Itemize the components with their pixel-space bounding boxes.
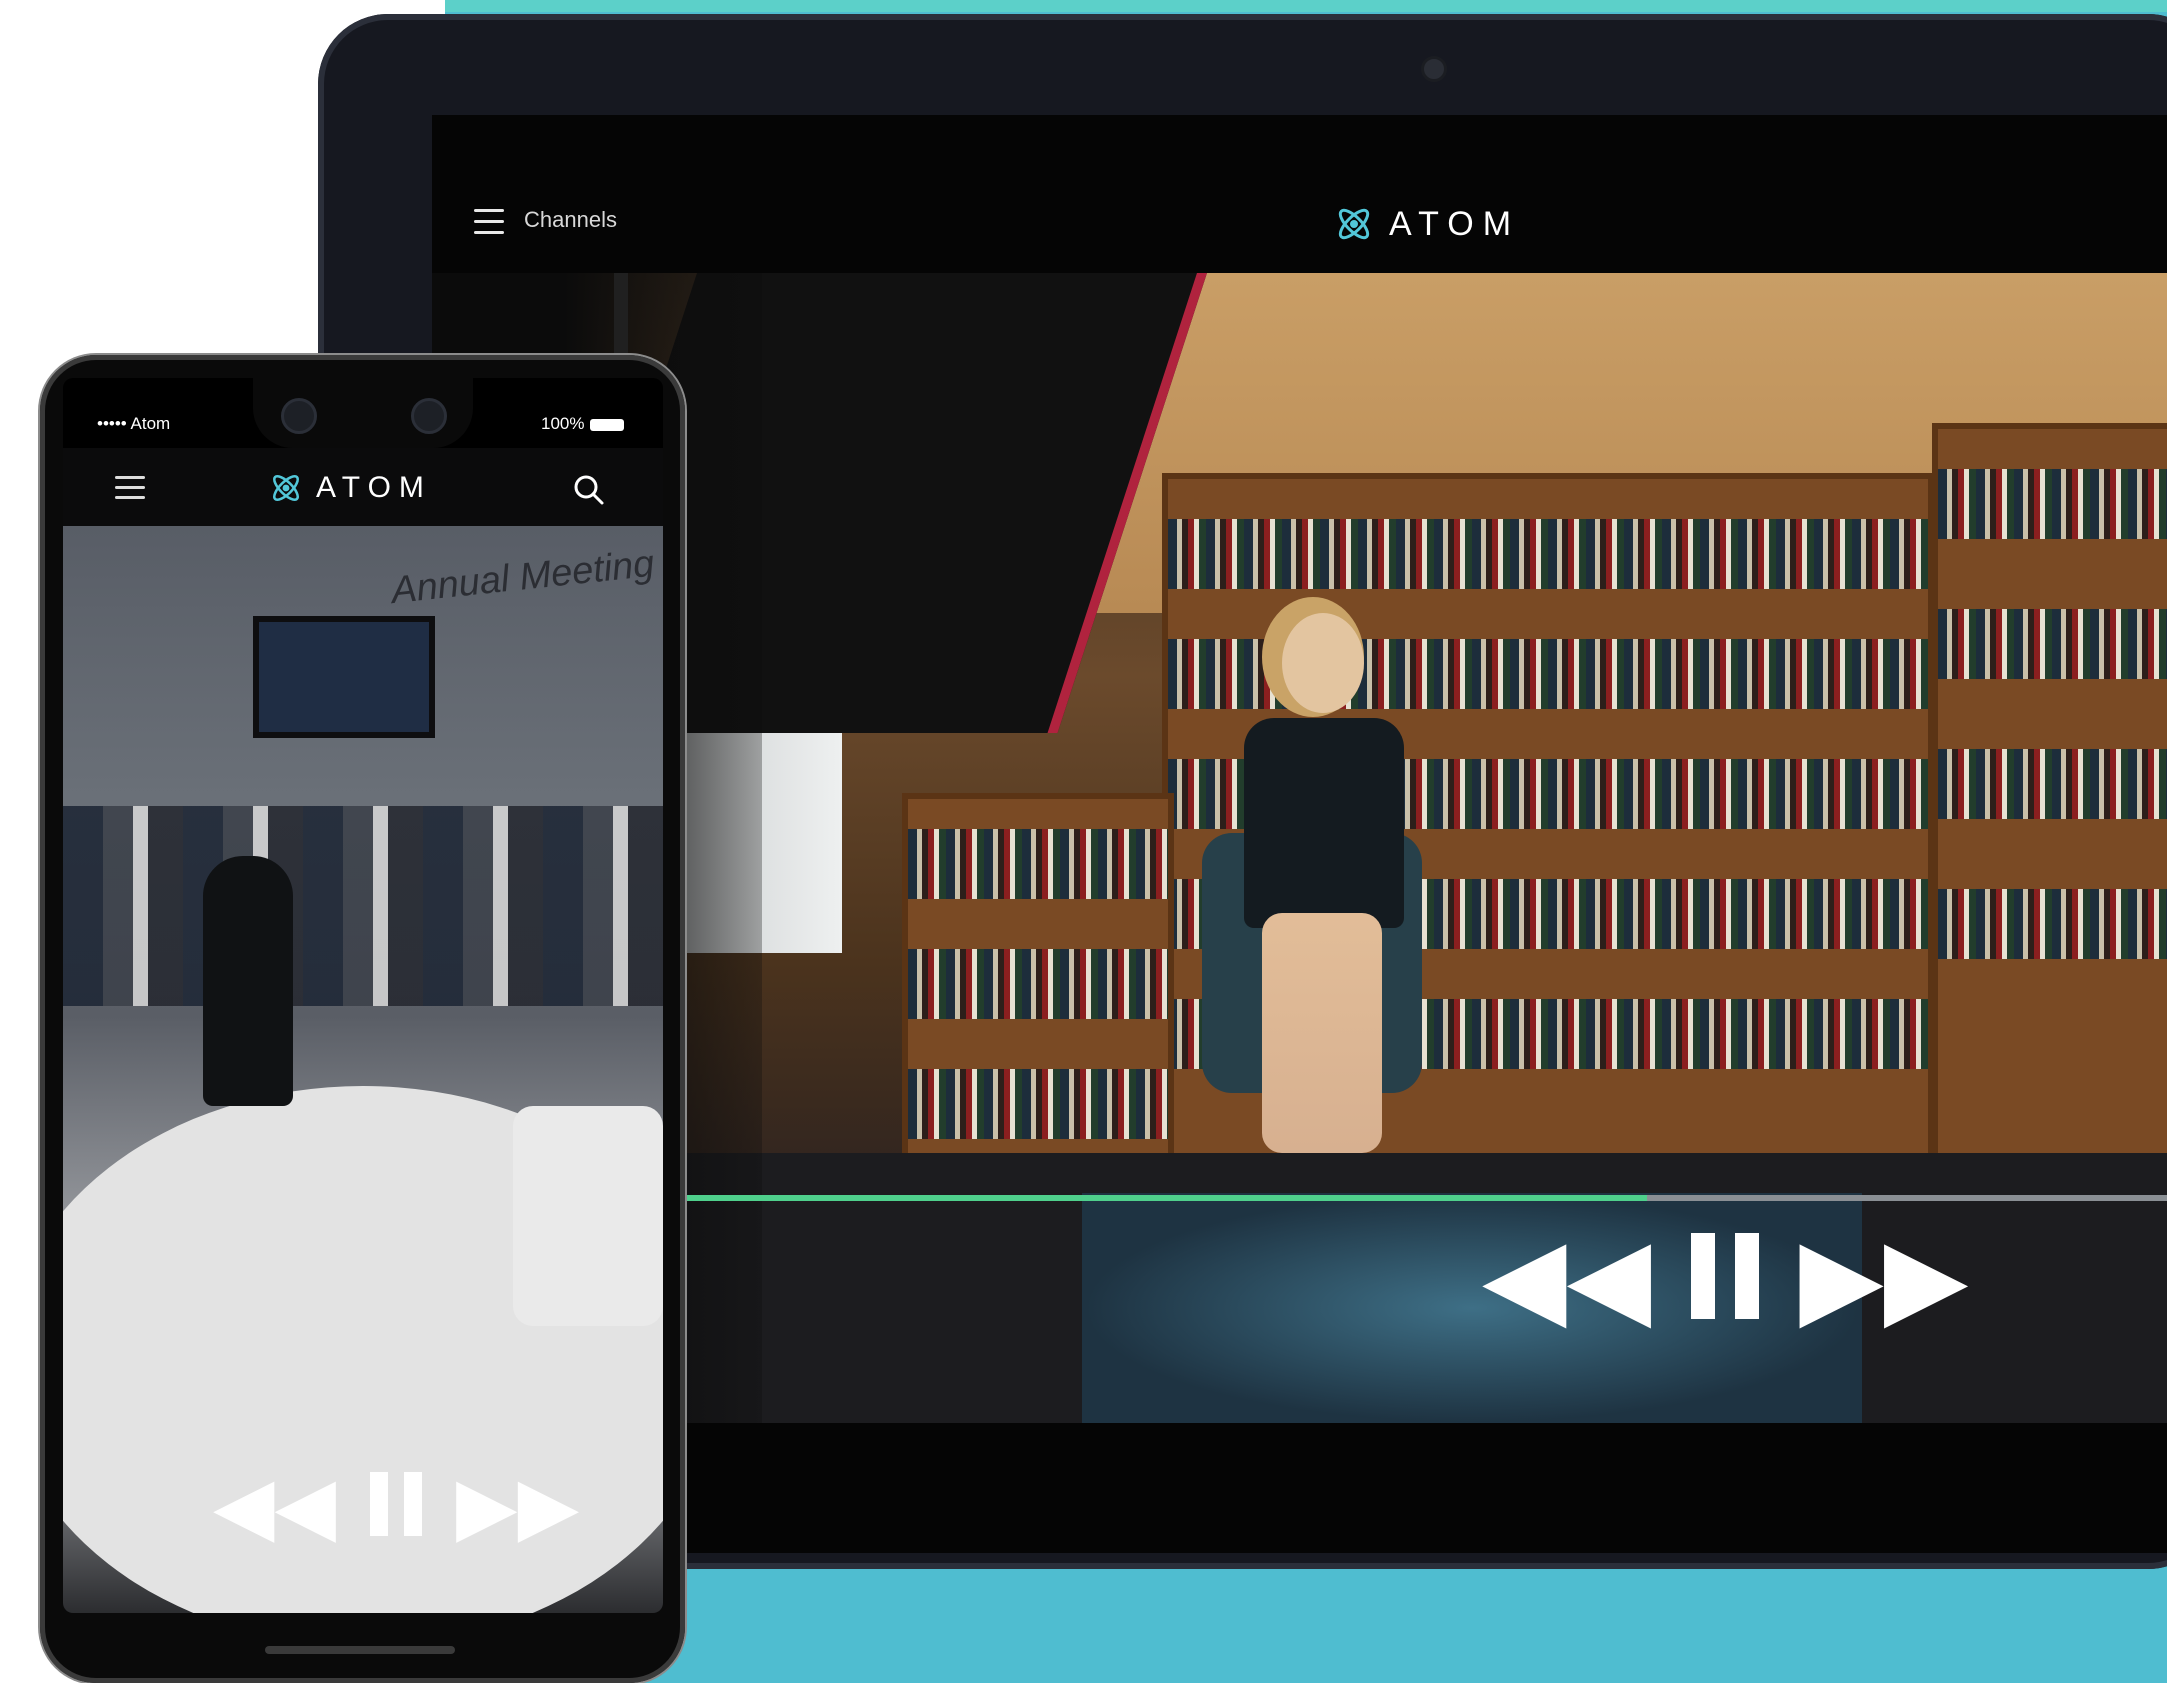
rewind-icon[interactable]: ◀◀	[213, 1466, 336, 1546]
phone-notch	[253, 378, 473, 448]
phone-video-player[interactable]: Annual Meeting 2 ◀◀ ▶▶	[63, 526, 663, 1613]
search-icon[interactable]	[571, 472, 607, 508]
fast-forward-icon[interactable]: ▶▶	[1799, 1223, 1968, 1333]
stage-monitor	[253, 616, 435, 738]
phone-screen: ••••• Atom 100% ATOM Annual Meeting 2 ◀◀…	[63, 378, 663, 1613]
pause-icon[interactable]	[362, 1471, 430, 1541]
tablet-app-header: Channels ATOM	[432, 115, 2167, 273]
interviewee	[1222, 613, 1422, 1173]
pause-icon[interactable]	[1681, 1232, 1769, 1324]
phone-home-indicator	[265, 1646, 455, 1654]
front-camera-right	[411, 398, 447, 434]
atom-logo[interactable]: ATOM	[1333, 203, 1520, 245]
tablet-camera	[1421, 56, 1447, 82]
front-camera-left	[281, 398, 317, 434]
bookshelf-side	[1932, 423, 2167, 1195]
stage-chair	[513, 1106, 663, 1326]
tablet-bottom-bar	[432, 1423, 2167, 1553]
battery-icon	[590, 418, 625, 431]
atom-logo-icon	[1338, 208, 1370, 240]
fast-forward-icon[interactable]: ▶▶	[456, 1466, 579, 1546]
phone-playback-controls: ◀◀ ▶▶	[213, 1466, 579, 1546]
logo-text: ATOM	[1389, 204, 1521, 243]
rewind-icon[interactable]: ◀◀	[1482, 1223, 1651, 1333]
battery-percent: 100%	[541, 414, 585, 433]
tablet-video-player[interactable]: ◀◀ ▶▶	[432, 273, 2167, 1423]
hamburger-icon[interactable]	[474, 209, 504, 235]
teal-top-band	[445, 0, 2167, 12]
status-carrier: ••••• Atom	[97, 414, 171, 433]
bookshelf-low	[902, 793, 1174, 1205]
status-battery: 100%	[541, 414, 625, 434]
atom-logo-icon	[273, 475, 299, 501]
logo-text: ATOM	[316, 471, 432, 504]
atom-logo[interactable]: ATOM	[268, 470, 432, 506]
channels-menu-label[interactable]: Channels	[524, 207, 617, 233]
audience	[63, 806, 663, 1006]
video-progress-bar[interactable]	[682, 1195, 2167, 1201]
hamburger-icon[interactable]	[115, 476, 145, 500]
speaker	[203, 856, 293, 1106]
tablet-screen: Channels ATOM ◀◀ ▶▶	[432, 115, 2167, 1553]
tablet-playback-controls: ◀◀ ▶▶	[1482, 1223, 1968, 1333]
video-progress-fill	[682, 1195, 1648, 1201]
